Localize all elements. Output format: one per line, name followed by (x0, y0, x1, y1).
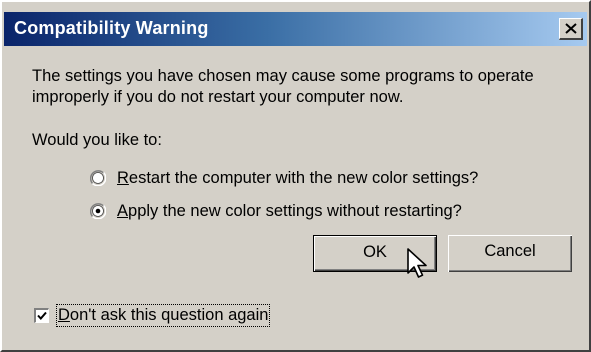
dont-ask-checkbox-row[interactable]: Don't ask this question again (34, 303, 271, 327)
close-button[interactable] (559, 18, 583, 40)
restart-radio[interactable] (89, 170, 107, 187)
dont-ask-label: Don't ask this question again (55, 303, 271, 327)
cancel-button[interactable]: Cancel (448, 235, 572, 272)
restart-option-label: Restart the computer with the new color … (117, 168, 479, 187)
dont-ask-checkbox[interactable] (34, 307, 49, 323)
apply-option[interactable]: Apply the new color settings without res… (89, 200, 462, 222)
warning-message: The settings you have chosen may cause s… (32, 67, 534, 106)
close-icon (565, 23, 577, 34)
apply-option-label: Apply the new color settings without res… (117, 201, 462, 220)
mouse-pointer-icon (407, 248, 427, 278)
apply-radio[interactable] (89, 203, 107, 220)
window-title: Compatibility Warning (14, 18, 209, 38)
compatibility-warning-dialog: Compatibility Warning The settings you h… (0, 0, 591, 352)
restart-option[interactable]: Restart the computer with the new color … (89, 167, 479, 189)
prompt-label: Would you like to: (32, 131, 162, 149)
title-bar[interactable]: Compatibility Warning (4, 12, 587, 46)
